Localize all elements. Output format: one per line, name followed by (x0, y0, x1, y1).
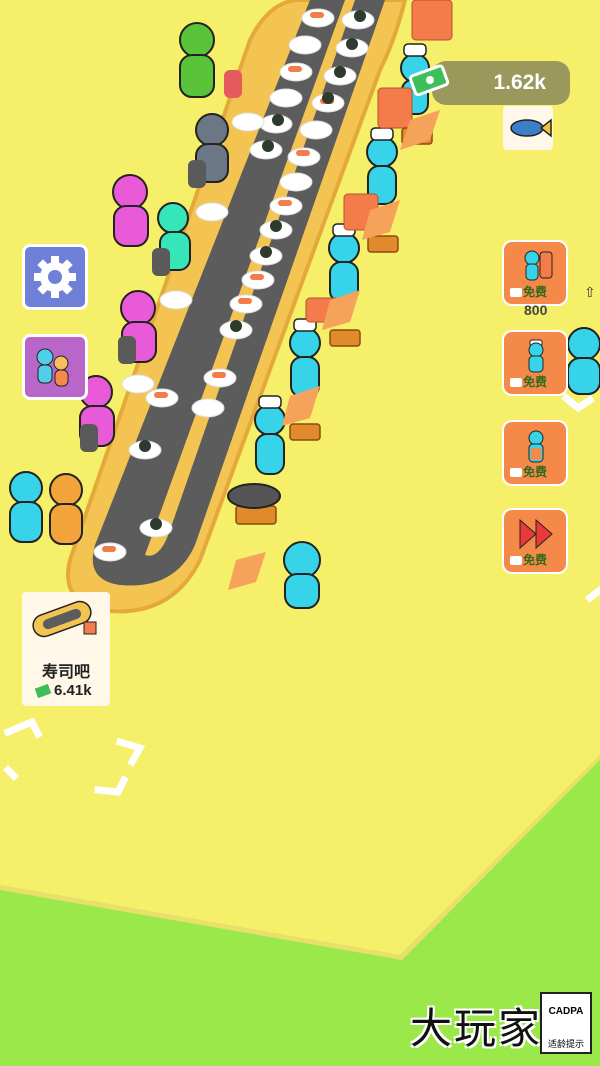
wok (227, 483, 281, 509)
arrow-up-icon: ⇧ (584, 284, 596, 300)
money-counter: 1.62k (432, 61, 570, 105)
upgrade-staff-button[interactable]: 免费 (502, 420, 568, 486)
upgrade-label: 免费 (522, 375, 547, 389)
cash-icon (409, 64, 450, 96)
upgrade-label: 免费 (522, 465, 547, 479)
sushi-bar-icon (32, 600, 97, 638)
upgrade-label: 免费 (522, 553, 547, 567)
speed-up-button[interactable]: 免费 (502, 508, 568, 574)
watermark: 大玩家 (410, 1004, 543, 1053)
age-rating-badge: CADPA 适龄提示 (540, 992, 592, 1054)
fish-icon (510, 118, 552, 138)
shop-price: 6.41k (54, 682, 92, 699)
chef-knife-icon (528, 339, 544, 373)
shop-name: 寿司吧 (41, 664, 90, 681)
staff-button[interactable] (22, 334, 88, 400)
chef-stack-icon (524, 250, 553, 281)
cash-icon (34, 683, 52, 699)
settings-button[interactable] (22, 244, 88, 310)
sushi-bar-card[interactable]: 寿司吧 6.41k (22, 592, 110, 706)
upgrade-chef-stack-button[interactable]: 免费 (502, 240, 568, 306)
staff-icon (36, 348, 69, 387)
staff-icon (528, 430, 544, 463)
gear-icon (34, 256, 76, 298)
upgrade-chef-button[interactable]: 免费 (502, 330, 568, 396)
upgrade-label: 免费 (522, 285, 547, 299)
upgrade-price: 800 (524, 302, 548, 318)
age-rating-tip: 适龄提示 (547, 1039, 584, 1049)
fish-ingredient-card[interactable] (503, 106, 553, 150)
age-rating-top: CADPA (548, 1006, 584, 1017)
fast-forward-icon (519, 518, 553, 550)
money-value: 1.62k (493, 71, 546, 94)
